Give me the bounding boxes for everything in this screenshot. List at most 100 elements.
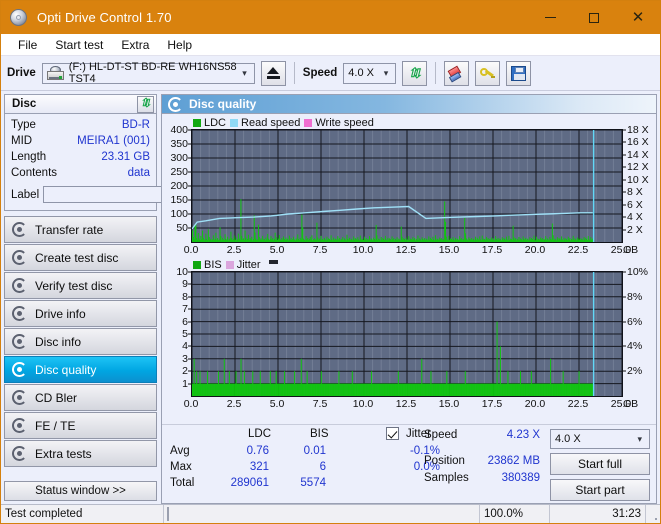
eject-button[interactable] <box>260 60 286 86</box>
x-tick-label: 7.5 <box>312 244 328 256</box>
disc-row-key: Type <box>11 119 36 131</box>
right-tick-label: 4% <box>627 340 643 353</box>
y-tick-label: 300 <box>170 152 188 164</box>
sidebar-item-label: FE / TE <box>35 418 76 433</box>
sidebar-item-fe-te[interactable]: FE / TE <box>4 412 157 439</box>
stats-panel: LDC BIS Jitter Avg Max Total 0.76 321 28… <box>162 424 656 503</box>
erase-button[interactable] <box>444 60 470 86</box>
right-tick <box>623 296 626 298</box>
resize-grip-icon[interactable] <box>646 505 660 523</box>
samples-stat-value: 380389 <box>501 472 540 484</box>
sidebar-item-label: Disc quality <box>35 362 97 377</box>
ldc-x-axis: 0.0 2.5 5.0 7.5 10.0 12.5 15.0 17.5 20.0 22.5 25.0… <box>184 243 638 258</box>
bis-right-axis: 2% 4% 6% 8% 10% <box>623 266 655 397</box>
progress-cell <box>164 505 480 523</box>
disc-test-icon <box>12 418 27 433</box>
refresh-icon: ⇧ ⇩ <box>139 97 152 110</box>
save-icon <box>511 65 527 81</box>
sidebar-item-transfer-rate[interactable]: Transfer rate <box>4 216 157 243</box>
minimize-icon[interactable] <box>528 1 572 34</box>
x-tick-label: 0.0 <box>183 244 199 256</box>
x-tick-label: 12.5 <box>395 398 417 410</box>
disc-panel-title: Disc <box>12 98 37 110</box>
bis-max-value: 6 <box>319 461 326 473</box>
start-full-button[interactable]: Start full <box>550 453 650 475</box>
right-tick <box>623 179 626 181</box>
right-tick-label: 12 X <box>627 161 649 174</box>
x-tick-label: 0.0 <box>183 398 199 410</box>
jitter-checkbox[interactable] <box>386 427 399 440</box>
sidebar-item-disc-info[interactable]: Disc info <box>4 328 157 355</box>
bis-plot-svg <box>192 272 622 396</box>
right-tick-label: 6% <box>627 315 643 328</box>
progress-percent: 100.0% <box>480 505 550 523</box>
ldc-chart: LDC Read speed Write speed 50 100 150 200 25… <box>163 116 655 258</box>
y-tick-label: 150 <box>170 194 188 206</box>
title-bar: Opti Drive Control 1.70 ✕ <box>1 1 660 34</box>
window-title: Opti Drive Control 1.70 <box>37 10 172 25</box>
menu-start-test[interactable]: Start test <box>46 36 112 54</box>
disc-test-icon <box>12 362 27 377</box>
y-tick-label: 350 <box>170 138 188 150</box>
start-part-button[interactable]: Start part <box>550 479 650 501</box>
status-message: Test completed <box>1 505 164 523</box>
sidebar-item-label: Disc info <box>35 334 82 349</box>
sidebar-item-create-test-disc[interactable]: Create test disc <box>4 244 157 271</box>
legend-label: BIS <box>204 258 222 271</box>
right-tick-label: 14 X <box>627 148 649 161</box>
disc-row-type: Type BD-R <box>11 117 150 133</box>
sidebar-item-label: Extra tests <box>35 446 92 461</box>
right-tick <box>623 141 626 143</box>
right-tick-label: 18 X <box>627 124 649 136</box>
save-button[interactable] <box>506 60 532 86</box>
disc-refresh-button[interactable]: ⇧ ⇩ <box>137 95 154 113</box>
test-speed-select[interactable]: 4.0 X ▾ <box>550 429 650 449</box>
content-header: Disc quality <box>162 95 656 114</box>
right-tick-label: 2% <box>627 365 643 378</box>
sidebar: Disc ⇧ ⇩ Type BD-R MID MEIRA1 (001) Leng… <box>4 94 244 504</box>
drive-select[interactable]: (F:) HL-DT-ST BD-RE WH16NS58 TST4 ▾ <box>41 61 255 85</box>
y-tick-label: 50 <box>176 222 188 234</box>
right-tick <box>623 191 626 193</box>
disc-row-length: Length 23.31 GB <box>11 149 150 165</box>
bis-plot-wrap: 1 2 3 4 5 6 7 8 9 10 2% 4% 6% 8% 10% <box>163 266 655 397</box>
sidebar-item-disc-quality[interactable]: Disc quality <box>4 356 157 383</box>
sidebar-item-drive-info[interactable]: Drive info <box>4 300 157 327</box>
bis-plot[interactable] <box>191 271 623 397</box>
bis-chart-legend: BIS Jitter <box>163 258 655 271</box>
menu-file[interactable]: File <box>9 36 46 54</box>
legend-item-read-speed: Read speed <box>230 117 300 129</box>
disc-row-key: Contents <box>11 167 58 179</box>
right-tick-label: 8 X <box>627 186 643 199</box>
legend-item-bis: BIS <box>193 259 222 271</box>
refresh-drive-button[interactable]: ⇧ ⇩ <box>402 60 428 86</box>
menu-help[interactable]: Help <box>158 36 201 54</box>
disc-test-icon <box>12 446 27 461</box>
stats-header-ldc: LDC <box>248 428 272 440</box>
x-tick-label: 17.5 <box>481 398 503 410</box>
sidebar-item-cd-bler[interactable]: CD Bler <box>4 384 157 411</box>
ldc-plot-wrap: 50 100 150 200 250 300 350 400 2 X4 X6 X8 X 10 X… <box>163 124 655 243</box>
status-window-button[interactable]: Status window >> <box>4 481 157 501</box>
disc-row-value: data <box>127 167 150 179</box>
sidebar-item-label: Transfer rate <box>35 222 104 237</box>
x-tick-label: 20.0 <box>524 244 546 256</box>
maximize-icon[interactable] <box>572 1 616 34</box>
disc-row-key: MID <box>11 135 33 147</box>
right-tick-label: 6 X <box>627 198 643 211</box>
close-icon[interactable]: ✕ <box>616 1 660 34</box>
sidebar-item-verify-test-disc[interactable]: Verify test disc <box>4 272 157 299</box>
disc-row-value: 23.31 GB <box>101 151 150 163</box>
sidebar-item-extra-tests[interactable]: Extra tests <box>4 440 157 467</box>
options-button[interactable] <box>475 60 501 86</box>
x-tick-label: 10.0 <box>352 244 374 256</box>
speed-select[interactable]: 4.0 X ▾ <box>343 62 397 84</box>
disc-row-key: Length <box>11 151 47 163</box>
menu-extra[interactable]: Extra <box>112 36 158 54</box>
right-tick <box>623 345 626 347</box>
ldc-plot[interactable] <box>191 129 623 243</box>
legend-swatch <box>225 260 234 269</box>
ldc-plot-svg <box>192 130 622 242</box>
sidebar-nav: Transfer rate Create test disc Verify te… <box>4 216 157 467</box>
x-tick-label: 7.5 <box>312 398 328 410</box>
